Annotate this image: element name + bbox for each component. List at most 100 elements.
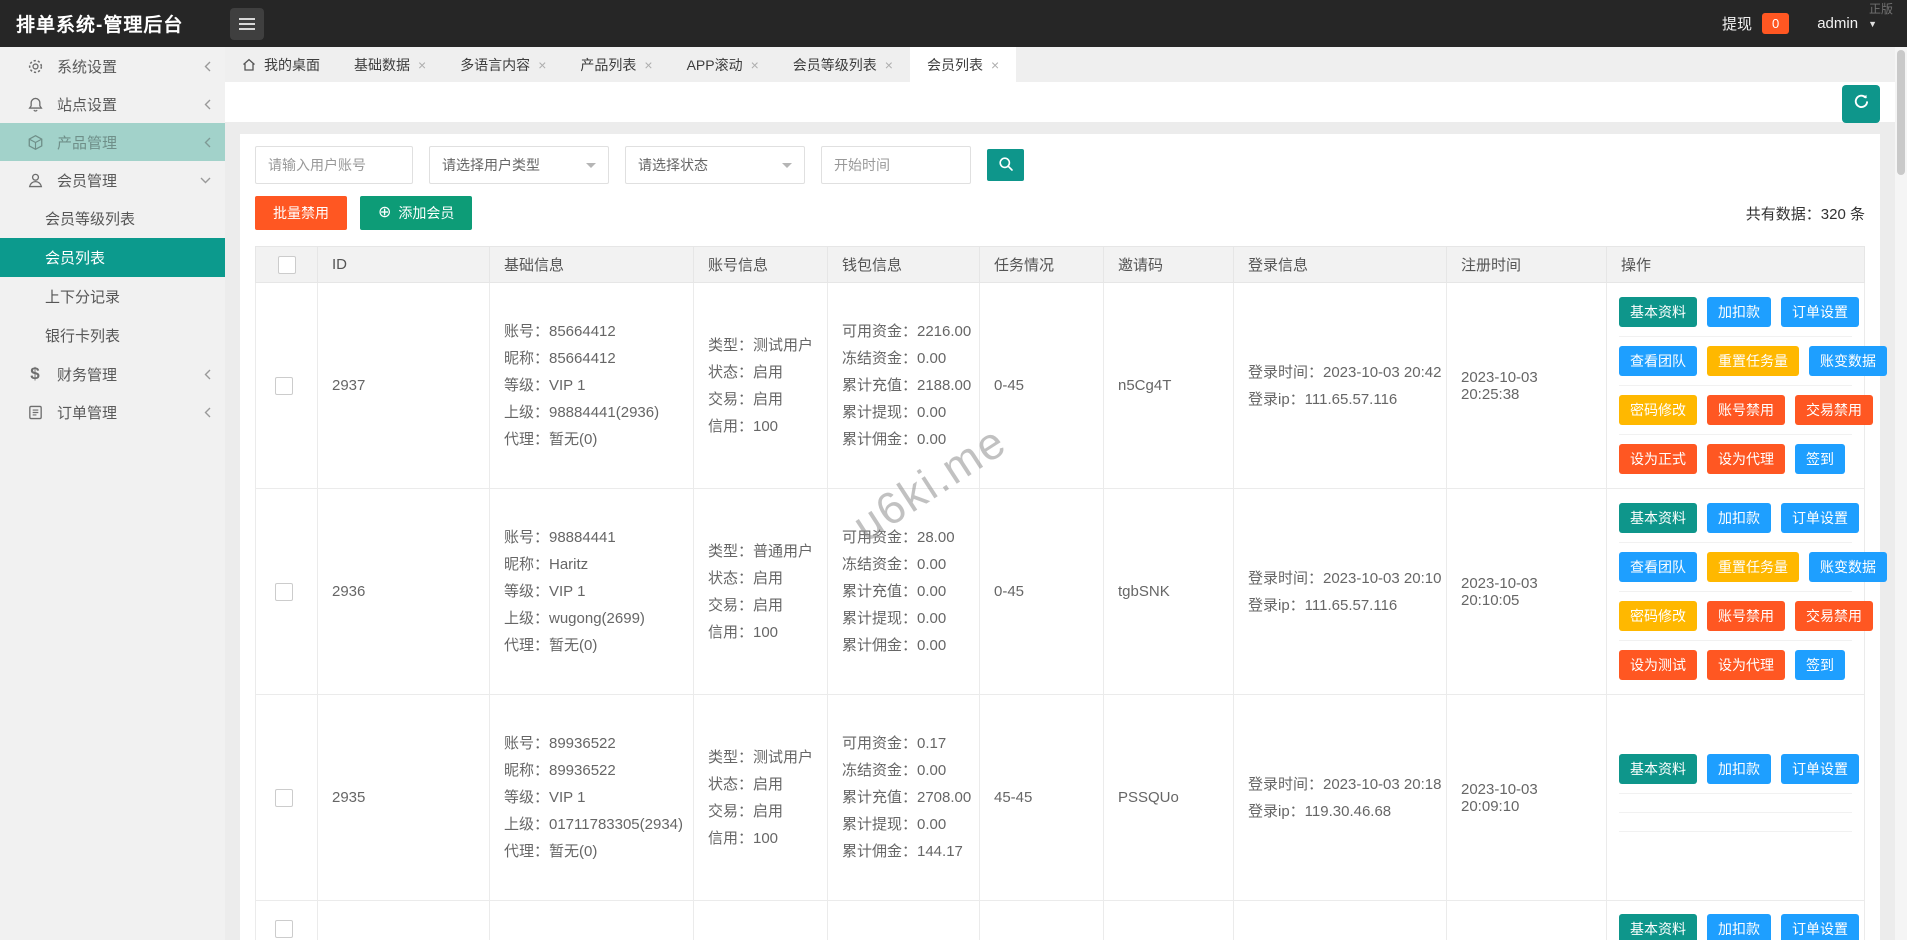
account-search-input[interactable] [255,146,413,184]
change-password-button[interactable]: 密码修改 [1619,601,1697,631]
profile-button[interactable]: 基本资料 [1619,297,1697,327]
order-settings-button[interactable]: 订单设置 [1781,754,1859,784]
sidebar-item-label: 财务管理 [57,364,204,385]
close-icon[interactable]: × [751,58,759,72]
col-header-wallet-info: 钱包信息 [828,247,980,283]
ledger-data-button[interactable]: 账变数据 [1809,552,1887,582]
cell-wallet-info: 可用资金：28.00 冻结资金：0.00 累计充值：0.00 累计提现：0.00… [828,489,980,695]
refresh-button[interactable] [1842,85,1880,123]
row-checkbox[interactable] [275,920,293,938]
cell-login-info [1234,901,1447,940]
cell-wallet-info: 可用资金：0.17 冻结资金：0.00 累计充值：2708.00 累计提现：0.… [828,695,980,901]
tab-member-list[interactable]: 会员列表 × [910,47,1016,82]
close-icon[interactable]: × [418,58,426,72]
hamburger-menu-icon[interactable] [230,8,264,40]
reset-tasks-button[interactable]: 重置任务量 [1707,346,1799,376]
set-agent-button[interactable]: 设为代理 [1707,650,1785,680]
cell-id [318,901,490,940]
col-header-account-info: 账号信息 [694,247,828,283]
sidebar-item-member-list[interactable]: 会员列表 [0,238,225,277]
close-icon[interactable]: × [991,58,999,72]
tab-app-scroll[interactable]: APP滚动 × [670,47,776,82]
profile-button[interactable]: 基本资料 [1619,503,1697,533]
adjust-funds-button[interactable]: 加扣款 [1707,503,1771,533]
sidebar-item-points-record[interactable]: 上下分记录 [0,277,225,316]
withdraw-count-badge[interactable]: 0 [1762,13,1789,34]
chevron-down-icon[interactable]: ▼ [1868,19,1877,29]
page-scrollbar[interactable] [1895,47,1907,940]
order-settings-button[interactable]: 订单设置 [1781,297,1859,327]
scrollbar-thumb[interactable] [1897,50,1905,175]
add-member-button[interactable]: ⊕ 添加会员 [360,196,472,230]
search-filter-row: 请选择用户类型 请选择状态 [255,146,1865,184]
close-icon[interactable]: × [538,58,546,72]
cell-login-info: 登录时间：2023-10-03 20:42 登录ip：111.65.57.116 [1234,283,1447,489]
user-type-select-value: 请选择用户类型 [442,155,578,175]
tab-product-list[interactable]: 产品列表 × [563,47,669,82]
batch-disable-button[interactable]: 批量禁用 [255,196,347,230]
sign-in-button[interactable]: 签到 [1795,650,1845,680]
home-icon [242,58,256,71]
tab-my-desktop[interactable]: 我的桌面 [225,47,337,82]
row-checkbox[interactable] [275,789,293,807]
change-password-button[interactable]: 密码修改 [1619,395,1697,425]
sidebar-item-member-management[interactable]: 会员管理 [0,161,225,199]
withdraw-link[interactable]: 提现 [1722,13,1752,34]
profile-button[interactable]: 基本资料 [1619,754,1697,784]
ledger-data-button[interactable]: 账变数据 [1809,346,1887,376]
sign-in-button[interactable]: 签到 [1795,444,1845,474]
order-settings-button[interactable]: 订单设置 [1781,914,1859,940]
sidebar-item-site-settings[interactable]: 站点设置 [0,85,225,123]
set-agent-button[interactable]: 设为代理 [1707,444,1785,474]
cell-register-time: 2023-10-03 20:25:38 [1447,283,1607,489]
reset-tasks-button[interactable]: 重置任务量 [1707,552,1799,582]
profile-button[interactable]: 基本资料 [1619,914,1697,940]
view-team-button[interactable]: 查看团队 [1619,346,1697,376]
close-icon[interactable]: × [644,58,652,72]
cell-register-time [1447,901,1607,940]
sidebar-item-finance-management[interactable]: $ 财务管理 [0,355,225,393]
disable-trade-button[interactable]: 交易禁用 [1795,601,1873,631]
view-team-button[interactable]: 查看团队 [1619,552,1697,582]
cell-basic-info: 账号：98884441 昵称：Haritz 等级：VIP 1 上级：wugong… [490,489,694,695]
chevron-down-icon [782,163,792,173]
cell-basic-info [490,901,694,940]
tab-label: 我的桌面 [264,55,320,75]
row-checkbox[interactable] [275,377,293,395]
select-all-checkbox[interactable] [278,256,296,274]
disable-trade-button[interactable]: 交易禁用 [1795,395,1873,425]
start-time-input[interactable] [821,146,971,184]
set-test-button[interactable]: 设为测试 [1619,650,1697,680]
order-settings-button[interactable]: 订单设置 [1781,503,1859,533]
top-navbar: 排单系统-管理后台 提现 0 admin ▼ 正版 [0,0,1907,47]
cube-icon [26,133,44,151]
table-row: 基本资料 加扣款 订单设置 [256,901,1865,940]
sidebar-item-label: 会员管理 [57,170,200,191]
cell-invite-code: n5Cg4T [1104,283,1234,489]
tab-member-level-list[interactable]: 会员等级列表 × [776,47,910,82]
adjust-funds-button[interactable]: 加扣款 [1707,914,1771,940]
row-checkbox[interactable] [275,583,293,601]
adjust-funds-button[interactable]: 加扣款 [1707,754,1771,784]
sidebar-subitem-label: 上下分记录 [45,286,120,307]
user-menu[interactable]: admin [1817,15,1858,32]
sidebar-item-bank-card-list[interactable]: 银行卡列表 [0,316,225,355]
sidebar-item-product-management[interactable]: 产品管理 [0,123,225,161]
sidebar-item-order-management[interactable]: 订单管理 [0,393,225,431]
close-icon[interactable]: × [885,58,893,72]
adjust-funds-button[interactable]: 加扣款 [1707,297,1771,327]
dollar-icon: $ [26,365,44,383]
tab-multilang-content[interactable]: 多语言内容 × [443,47,563,82]
cell-invite-code [1104,901,1234,940]
sidebar-item-system-settings[interactable]: 系统设置 [0,47,225,85]
sidebar-item-member-level-list[interactable]: 会员等级列表 [0,199,225,238]
search-button[interactable] [987,149,1024,181]
user-type-select[interactable]: 请选择用户类型 [429,146,609,184]
disable-account-button[interactable]: 账号禁用 [1707,395,1785,425]
cell-actions: 基本资料 加扣款 订单设置 查看团队 重置任务量 账变数据 密码修改 账号禁用 [1607,283,1865,489]
gear-icon [26,57,44,75]
set-official-button[interactable]: 设为正式 [1619,444,1697,474]
disable-account-button[interactable]: 账号禁用 [1707,601,1785,631]
status-select[interactable]: 请选择状态 [625,146,805,184]
tab-basic-data[interactable]: 基础数据 × [337,47,443,82]
